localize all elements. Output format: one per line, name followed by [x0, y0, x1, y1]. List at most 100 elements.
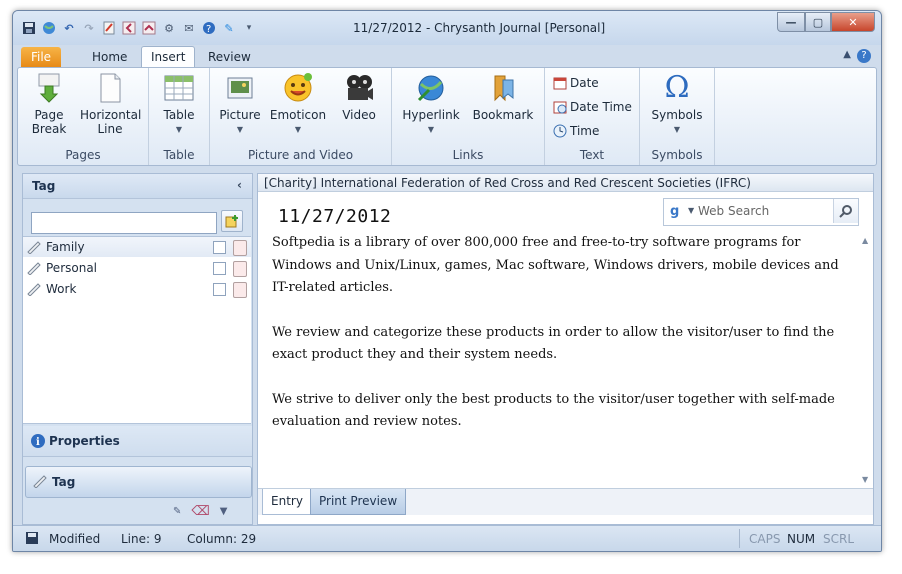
minimize-button[interactable]: — — [777, 12, 805, 32]
tag-checkbox[interactable] — [213, 283, 226, 296]
time-label: Time — [570, 124, 600, 138]
status-bar: Modified Line: 9 Column: 29 CAPS NUM SCR… — [13, 525, 881, 551]
pane-footer: ✎ ⌫ ▼ — [173, 504, 227, 519]
collapse-ribbon-icon[interactable]: ▲ — [843, 49, 851, 60]
search-provider-dropdown-icon[interactable]: ▼ — [688, 206, 694, 215]
table-button[interactable]: Table ▼ — [157, 72, 201, 137]
ribbon-tabs: File Home Insert Review ▲ ? — [13, 45, 881, 68]
undo-icon[interactable]: ↶ — [61, 20, 77, 36]
customize-icon[interactable]: ▾ — [241, 20, 257, 36]
group-text: Date Date Time Time Text — [545, 68, 640, 165]
group-text-label: Text — [579, 148, 605, 162]
table-dropdown-icon: ▼ — [175, 125, 183, 134]
nav-properties-label: Properties — [49, 434, 120, 448]
save-icon[interactable] — [21, 20, 37, 36]
tag-delete-icon[interactable] — [233, 240, 247, 256]
nav-properties[interactable]: i Properties — [23, 426, 252, 457]
pen-tool-icon[interactable]: ✎ — [173, 506, 181, 517]
tab-print-preview[interactable]: Print Preview — [310, 489, 407, 515]
symbols-button[interactable]: Ω Symbols ▼ — [648, 72, 706, 137]
scroll-down-icon[interactable]: ▼ — [862, 475, 868, 484]
help-icon[interactable]: ? — [201, 20, 217, 36]
picture-button[interactable]: Picture ▼ — [216, 72, 264, 137]
collapse-pane-icon[interactable]: ‹ — [237, 178, 242, 192]
pen-icon[interactable]: ✎ — [221, 20, 237, 36]
symbols-dropdown-icon: ▼ — [673, 125, 681, 134]
emoticon-button[interactable]: Emoticon ▼ — [268, 72, 328, 137]
entry-paragraph: We strive to deliver only the best produ… — [272, 391, 835, 430]
clear-icon[interactable]: ⌫ — [191, 504, 209, 519]
date-button[interactable]: Date — [553, 76, 599, 90]
entry-text-area[interactable]: Softpedia is a library of over 800,000 f… — [272, 232, 850, 456]
svg-text:?: ? — [206, 24, 211, 35]
add-tag-button[interactable] — [221, 210, 243, 232]
page-break-icon — [33, 72, 65, 104]
web-search-placeholder: Web Search — [698, 204, 770, 218]
hyperlink-label: Hyperlink — [402, 108, 460, 122]
tag-item-personal[interactable]: Personal — [23, 258, 251, 278]
tab-insert[interactable]: Insert — [141, 46, 196, 68]
title-bar: ↶ ↷ ⚙ ✉ ? ✎ ▾ 11/27/2012 - Chrysanth Jou… — [13, 11, 881, 45]
hyperlink-dropdown-icon: ▼ — [427, 125, 435, 134]
date-time-label: Date Time — [570, 100, 632, 114]
status-scrl: SCRL — [823, 532, 855, 546]
add-tag-icon — [225, 215, 238, 228]
journal-icon[interactable] — [101, 20, 117, 36]
page-break-button[interactable]: Page Break — [24, 72, 74, 136]
date-label: Date — [570, 76, 599, 90]
tab-file[interactable]: File — [21, 47, 61, 67]
group-links-label: Links — [452, 148, 484, 162]
google-icon: g — [670, 204, 680, 219]
tab-entry[interactable]: Entry — [262, 489, 312, 515]
window-controls: — ▢ ✕ — [777, 12, 875, 32]
bookmark-button[interactable]: Bookmark — [472, 72, 534, 122]
date-time-button[interactable]: Date Time — [553, 100, 632, 114]
next-icon[interactable] — [141, 20, 157, 36]
date-icon — [553, 76, 567, 90]
editor-tabs: Entry Print Preview — [258, 488, 873, 515]
tag-label: Work — [46, 282, 77, 296]
ribbon-help-icon[interactable]: ? — [857, 49, 871, 63]
maximize-button[interactable]: ▢ — [805, 12, 831, 32]
tag-delete-icon[interactable] — [233, 282, 247, 298]
tag-search-input[interactable] — [31, 212, 217, 234]
previous-icon[interactable] — [121, 20, 137, 36]
tab-home[interactable]: Home — [83, 47, 136, 67]
info-icon: i — [30, 433, 46, 452]
search-button[interactable] — [833, 199, 858, 223]
hyperlink-button[interactable]: Hyperlink ▼ — [402, 72, 460, 137]
table-icon — [163, 72, 195, 104]
video-label: Video — [342, 108, 376, 122]
tag-icon — [26, 240, 42, 255]
time-button[interactable]: Time — [553, 124, 599, 138]
tag-label: Personal — [46, 261, 98, 275]
tag-item-work[interactable]: Work — [23, 279, 251, 299]
group-table: Table ▼ Table — [149, 68, 210, 165]
tab-review[interactable]: Review — [199, 47, 260, 67]
tag-checkbox[interactable] — [213, 241, 226, 254]
nav-tag[interactable]: Tag — [25, 466, 252, 498]
group-picture-video-label: Picture and Video — [247, 148, 354, 162]
status-caps: CAPS — [749, 532, 781, 546]
globe-icon[interactable] — [41, 20, 57, 36]
hyperlink-icon — [415, 72, 447, 104]
redo-icon[interactable]: ↷ — [81, 20, 97, 36]
modified-icon — [25, 531, 39, 548]
tag-pane-header: Tag ‹ — [23, 174, 252, 199]
horizontal-line-button[interactable]: Horizontal Line — [78, 72, 142, 136]
settings-icon[interactable]: ⚙ — [161, 20, 177, 36]
tag-delete-icon[interactable] — [233, 261, 247, 277]
web-search-box[interactable]: g ▼ Web Search — [663, 198, 859, 226]
mail-icon[interactable]: ✉ — [181, 20, 197, 36]
page-break-label: Page Break — [31, 108, 67, 136]
pane-options-icon[interactable]: ▼ — [220, 506, 228, 517]
tag-checkbox[interactable] — [213, 262, 226, 275]
video-button[interactable]: Video — [334, 72, 384, 122]
close-button[interactable]: ✕ — [831, 12, 875, 32]
tag-item-family[interactable]: Family — [23, 237, 251, 257]
status-num: NUM — [787, 532, 816, 546]
vertical-scrollbar[interactable]: ▲ ▼ — [859, 234, 873, 486]
scroll-up-icon[interactable]: ▲ — [862, 236, 868, 245]
picture-icon — [224, 72, 256, 104]
window-title: 11/27/2012 - Chrysanth Journal [Personal… — [353, 21, 606, 35]
